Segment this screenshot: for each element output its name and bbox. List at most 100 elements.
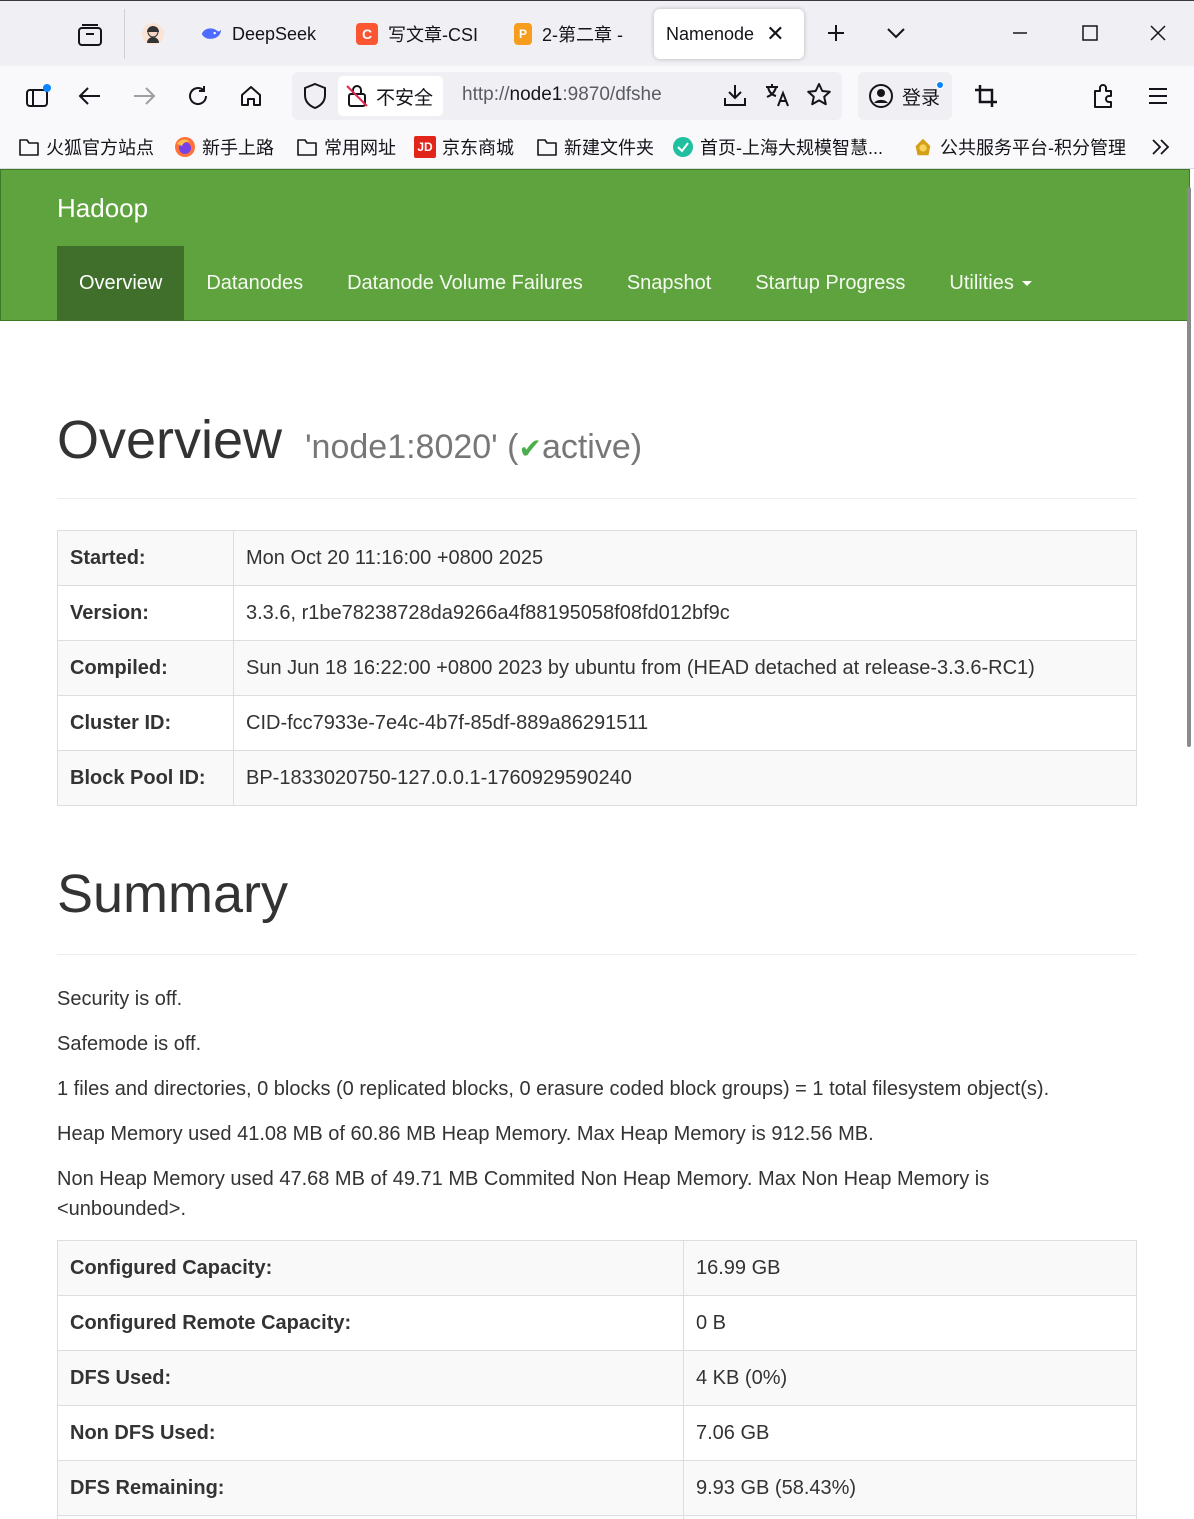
nav-overview[interactable]: Overview [57, 246, 185, 321]
site-security-indicator[interactable]: 不安全 [338, 76, 444, 116]
browser-toolbar: 不安全 http://node1:9870/dfshe 登录 [0, 66, 1194, 126]
row-value: 16.99 GB [683, 1240, 1137, 1296]
bookmark-shanghai-homepage[interactable]: 首页-上海大规模智慧... [672, 134, 883, 160]
double-chevron-right-icon [1152, 139, 1170, 155]
tab-title: 写文章-CSI [388, 25, 478, 45]
app-menu-button[interactable] [1140, 78, 1176, 114]
translate-icon[interactable] [764, 82, 792, 113]
tracking-protection-shield-icon[interactable] [302, 82, 328, 115]
nav-datanodes[interactable]: Datanodes [184, 246, 325, 321]
bookmark-label: 公共服务平台-积分管理 [940, 138, 1126, 158]
row-key: Cluster ID: [57, 695, 234, 751]
screenshot-button[interactable] [968, 78, 1004, 114]
row-key: Started: [57, 530, 234, 586]
security-label: 不安全 [376, 87, 434, 109]
sidebar-button[interactable] [20, 78, 56, 114]
nav-startup-progress[interactable]: Startup Progress [733, 246, 927, 321]
minimize-button[interactable] [1000, 15, 1040, 51]
forward-button[interactable] [126, 78, 162, 114]
new-tab-button[interactable] [816, 15, 856, 51]
bookmark-public-service[interactable]: 公共服务平台-积分管理 [912, 134, 1126, 160]
bookmark-label: 常用网址 [324, 138, 396, 158]
address-bar[interactable]: 不安全 http://node1:9870/dfshe [292, 72, 842, 120]
tab-chapter[interactable]: P 2-第二章 - [514, 9, 632, 59]
paren-open: ( [507, 428, 519, 466]
tab-csdn[interactable]: C 写文章-CSI [356, 9, 482, 59]
close-window-button[interactable] [1138, 15, 1178, 51]
minimize-icon [1013, 32, 1027, 34]
row-key: DFS Used: [57, 1350, 684, 1406]
bookmark-common-sites[interactable]: 常用网址 [296, 134, 396, 160]
hadoop-navbar: Hadoop Overview Datanodes Datanode Volum… [0, 169, 1190, 321]
tab-deepseek[interactable]: DeepSeek [200, 9, 330, 59]
row-value: Sun Jun 18 16:22:00 +0800 2023 by ubuntu… [233, 640, 1137, 696]
puzzle-piece-icon [1094, 84, 1112, 108]
capacity-table: Configured Capacity: 16.99 GB Configured … [57, 1240, 1137, 1519]
list-all-tabs-button[interactable] [876, 15, 916, 51]
row-key: DFS Remaining: [57, 1460, 684, 1516]
extensions-button[interactable] [1086, 78, 1122, 114]
overview-table: Started: Mon Oct 20 11:16:00 +0800 2025 V… [57, 530, 1137, 806]
hadoop-brand[interactable]: Hadoop [57, 193, 148, 224]
namenode-host: 'node1:8020' [305, 428, 498, 466]
url-host: node1 [509, 84, 563, 105]
row-value: CID-fcc7933e-7e4c-4b7f-85df-889a86291511 [233, 695, 1137, 751]
insecure-lock-icon [346, 85, 368, 107]
bookmark-firefox-official[interactable]: 火狐官方站点 [18, 134, 154, 160]
account-login-button[interactable]: 登录 [858, 72, 952, 120]
summary-title: Summary [57, 864, 289, 924]
row-key: Configured Capacity: [57, 1240, 684, 1296]
nav-snapshot[interactable]: Snapshot [605, 246, 734, 321]
page-scrollbar[interactable] [1187, 187, 1191, 747]
chevron-down-icon [887, 28, 905, 39]
checkmark-icon: ✔ [518, 433, 542, 464]
bookmark-label: 首页-上海大规模智慧... [700, 138, 883, 158]
home-button[interactable] [233, 78, 269, 114]
sidebar-icon [26, 84, 51, 107]
download-page-icon[interactable] [722, 82, 748, 113]
tab-title: Namenode [666, 23, 755, 44]
overview-heading: Overview 'node1:8020' (✔active) [57, 409, 642, 471]
tab-avatar[interactable] [142, 9, 174, 59]
firefox-logo-icon [174, 136, 196, 158]
folder-icon [18, 136, 40, 158]
row-key: Non DFS Used: [57, 1405, 684, 1461]
nav-utilities-label: Utilities [949, 272, 1014, 294]
plus-icon [828, 25, 844, 41]
bookmark-getting-started[interactable]: 新手上路 [174, 134, 274, 160]
table-row: DFS Used: 4 KB (0%) [57, 1350, 1137, 1406]
back-button[interactable] [72, 78, 108, 114]
row-value: 0 B [683, 1295, 1137, 1351]
table-row: Configured Remote Capacity: 0 B [57, 1295, 1137, 1351]
browser-tab-bar: DeepSeek C 写文章-CSI P 2-第二章 - Namenode ✕ [0, 0, 1194, 66]
table-row [57, 1515, 1137, 1519]
nav-utilities-dropdown[interactable]: Utilities [927, 246, 1053, 321]
overview-subtitle: 'node1:8020' (✔active) [305, 428, 642, 466]
bookmark-jd[interactable]: JD 京东商城 [414, 134, 514, 160]
overview-title: Overview [57, 410, 283, 470]
tab-tray-icon [78, 24, 102, 46]
maximize-button[interactable] [1070, 15, 1110, 51]
bookmarks-toolbar: 火狐官方站点 新手上路 常用网址 JD 京东商城 新建文件夹 首页-上海大规模智… [0, 126, 1194, 169]
tab-list-button[interactable] [74, 19, 106, 51]
non-heap-memory: Non Heap Memory used 47.68 MB of 49.71 M… [57, 1168, 990, 1220]
url-text[interactable]: http://node1:9870/dfshe [462, 84, 712, 106]
more-bookmarks-button[interactable] [1150, 134, 1172, 160]
nav-datanode-volume-failures[interactable]: Datanode Volume Failures [325, 246, 605, 321]
bookmark-star-icon[interactable] [806, 82, 832, 113]
reload-button[interactable] [180, 78, 216, 114]
close-icon [1150, 25, 1166, 41]
table-row: Non DFS Used: 7.06 GB [57, 1405, 1137, 1461]
security-status: Security is off. [57, 988, 183, 1010]
table-row: Version: 3.3.6, r1be78238728da9266a4f8819… [57, 585, 1137, 641]
row-key: Block Pool ID: [57, 750, 234, 806]
namenode-state: active [541, 428, 631, 466]
table-row: Cluster ID: CID-fcc7933e-7e4c-4b7f-85df-8… [57, 695, 1137, 751]
jd-logo-icon: JD [414, 136, 436, 158]
folder-icon [296, 136, 318, 158]
bookmark-label: 新建文件夹 [564, 138, 654, 158]
close-tab-icon[interactable]: ✕ [766, 21, 784, 47]
tab-namenode[interactable]: Namenode ✕ [654, 9, 804, 59]
emblem-icon [912, 136, 934, 158]
bookmark-new-folder[interactable]: 新建文件夹 [536, 134, 654, 160]
